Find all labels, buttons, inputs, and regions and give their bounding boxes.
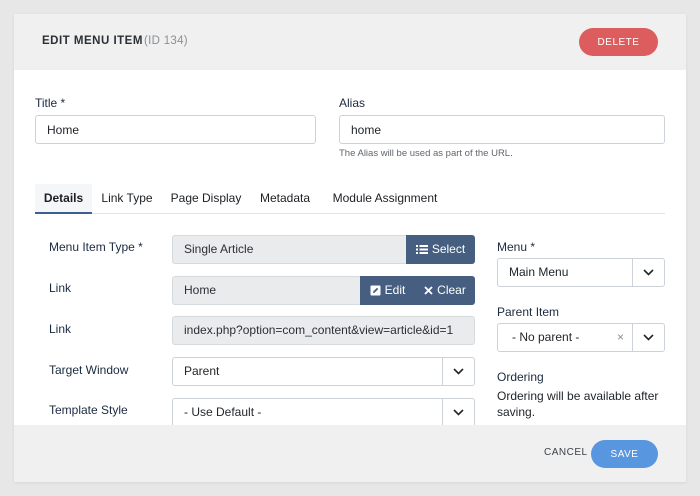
template-style-label: Template Style xyxy=(49,403,128,417)
modal-footer: CANCEL SAVE xyxy=(14,425,686,482)
parent-item-value: - No parent - xyxy=(512,330,580,344)
close-icon xyxy=(424,286,433,295)
ordering-label: Ordering xyxy=(497,370,544,384)
chevron-down-icon xyxy=(442,358,474,385)
edit-icon xyxy=(370,285,381,296)
edit-button-label: Edit xyxy=(384,283,406,297)
alias-label: Alias xyxy=(339,96,366,110)
chevron-down-icon xyxy=(632,259,664,286)
clear-button-label: Clear xyxy=(437,283,466,297)
tab-metadata[interactable]: Metadata xyxy=(255,184,315,214)
link-url-value: index.php?option=com_content&view=articl… xyxy=(172,316,475,345)
chevron-down-icon xyxy=(442,399,474,426)
tab-module-assignment[interactable]: Module Assignment xyxy=(324,184,446,214)
tab-page-display[interactable]: Page Display xyxy=(168,184,244,214)
select-button-label: Select xyxy=(431,242,466,256)
link-article-label: Link xyxy=(49,281,72,295)
template-style-value: - Use Default - xyxy=(184,405,262,419)
parent-item-select[interactable]: - No parent - × xyxy=(497,323,665,352)
edit-menu-item-modal: EDIT MENU ITEM (ID 134) DELETE Title * A… xyxy=(14,14,686,482)
tab-bar: Details Link Type Page Display Metadata … xyxy=(35,184,665,214)
target-window-label: Target Window xyxy=(49,363,129,377)
menu-value: Main Menu xyxy=(509,265,569,279)
template-style-select[interactable]: - Use Default - xyxy=(172,398,475,427)
clear-parent-icon[interactable]: × xyxy=(617,324,624,351)
title-label: Title * xyxy=(35,96,66,110)
link-url-label: Link xyxy=(49,322,72,336)
clear-article-button[interactable]: Clear xyxy=(415,276,475,305)
parent-item-label: Parent Item xyxy=(497,305,560,319)
target-window-select[interactable]: Parent xyxy=(172,357,475,386)
cancel-button[interactable]: CANCEL xyxy=(544,447,588,458)
menu-select[interactable]: Main Menu xyxy=(497,258,665,287)
list-icon xyxy=(415,245,428,254)
menu-item-type-label: Menu Item Type * xyxy=(49,240,143,254)
edit-article-button[interactable]: Edit xyxy=(360,276,415,305)
link-article-value: Home xyxy=(172,276,362,305)
chevron-down-icon xyxy=(632,324,664,351)
tab-link-type[interactable]: Link Type xyxy=(95,184,159,214)
alias-input[interactable] xyxy=(339,115,665,144)
menu-label: Menu * xyxy=(497,240,536,254)
ordering-message: Ordering will be available after saving. xyxy=(497,389,659,419)
modal-title: EDIT MENU ITEM xyxy=(42,35,143,47)
menu-item-type-value: Single Article xyxy=(172,235,408,264)
alias-hint: The Alias will be used as part of the UR… xyxy=(339,148,513,159)
delete-button[interactable]: DELETE xyxy=(579,28,658,56)
save-button[interactable]: SAVE xyxy=(591,440,658,468)
modal-header: EDIT MENU ITEM (ID 134) DELETE xyxy=(14,14,686,70)
tab-details[interactable]: Details xyxy=(35,184,92,214)
title-input[interactable] xyxy=(35,115,316,144)
target-window-value: Parent xyxy=(184,364,220,378)
item-id: (ID 134) xyxy=(144,35,188,47)
select-type-button[interactable]: Select xyxy=(406,235,475,264)
